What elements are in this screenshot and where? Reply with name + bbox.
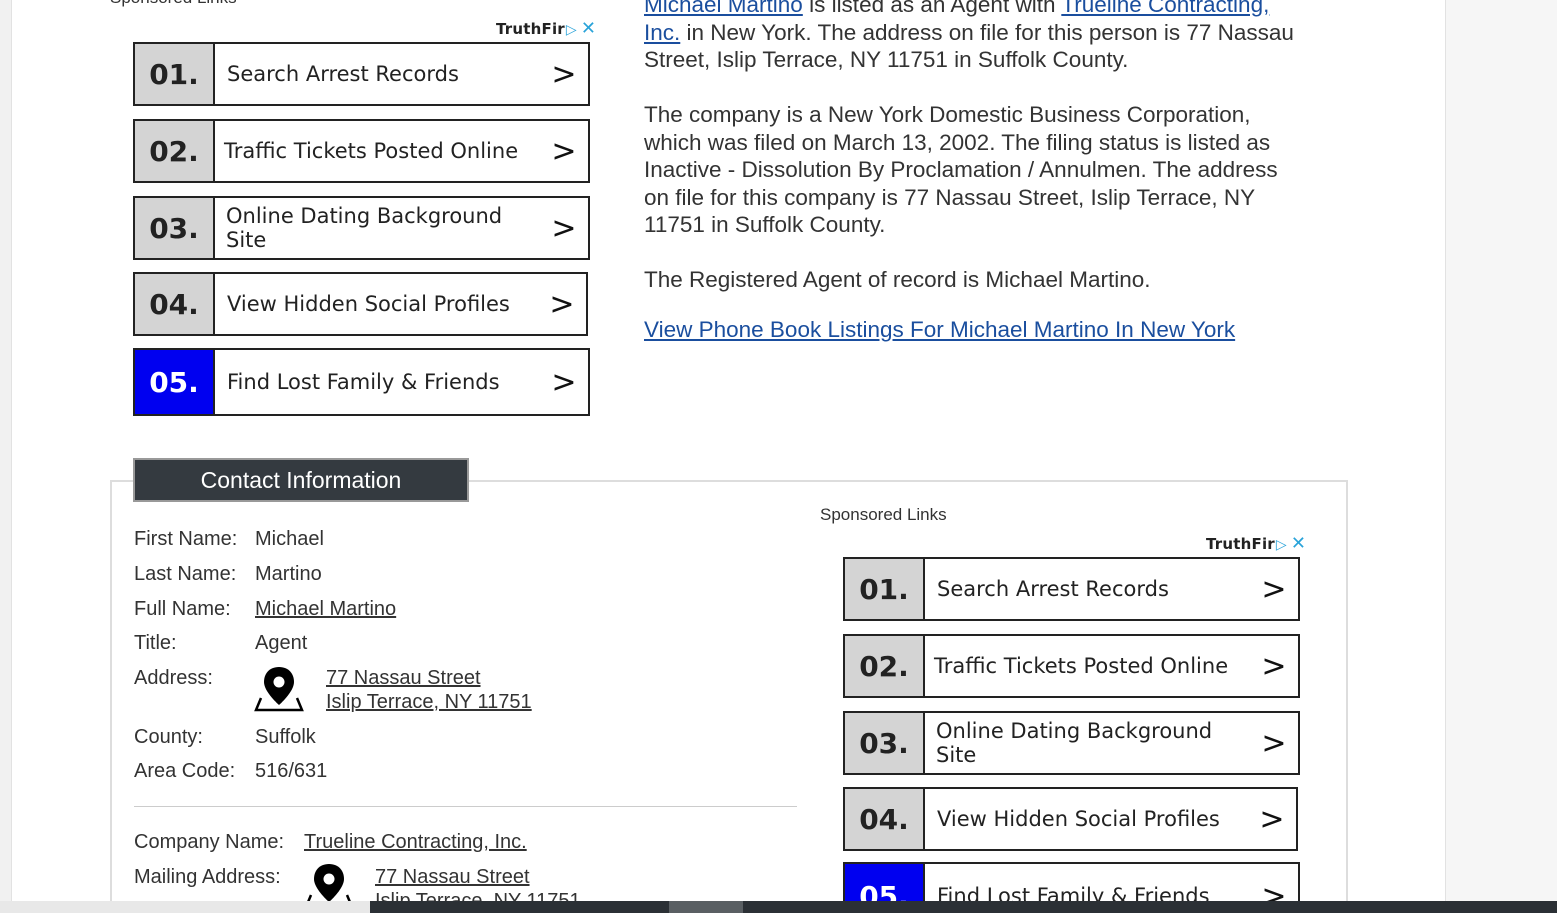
person-link[interactable]: Michael Martino [644,0,803,17]
ad-item-2[interactable]: 02. Traffic Tickets Posted Online > [133,119,590,183]
address-line1-link[interactable]: 77 Nassau Street [326,667,481,690]
ad-item-number: 03. [135,198,215,258]
chevron-right-icon: > [1261,648,1287,684]
company-link-part2[interactable]: Inc. [644,20,680,45]
mailing-address-label: Mailing Address: [134,866,281,888]
company-description-line: which was filed on March 13, 2002. The f… [644,129,1271,155]
area-code-label: Area Code: [134,760,236,782]
ad-item-number: 05. [135,350,215,414]
contact-info-tab: Contact Information [133,458,469,502]
section-divider [134,806,797,807]
company-description-line: The company is a New York Domestic Busin… [644,102,1251,127]
map-pin-icon[interactable] [254,665,304,713]
first-name-value: Michael [255,528,324,550]
ad-item-number: 03. [845,713,925,773]
registered-agent-text: The Registered Agent of record is Michae… [644,267,1151,292]
scrollbar-thumb[interactable] [669,901,743,913]
chevron-right-icon: > [551,56,577,92]
full-name-link[interactable]: Michael Martino [255,598,396,621]
company-description-line: 11751 in Suffolk County. [644,212,886,237]
ad-item-label: Online Dating Background Site [226,204,503,252]
ad-brand[interactable]: TruthFir▷ ✕ [496,18,596,39]
ad-choices-icon[interactable]: ▷ [566,22,577,38]
ad-brand-name: TruthFir [496,20,565,38]
company-description-line: on file for this company is 77 Nassau St… [644,184,1256,210]
ad-item-1[interactable]: 01. Search Arrest Records > [843,557,1300,621]
company-link-part1[interactable]: Trueline Contracting, [1061,0,1269,17]
county-value: Suffolk [255,726,316,748]
ad-item-3[interactable]: 03. Online Dating Background Site > [843,711,1300,775]
last-name-value: Martino [255,563,322,585]
right-gutter [1446,0,1557,913]
mailing-line1-link[interactable]: 77 Nassau Street [375,866,530,889]
chevron-right-icon: > [551,364,577,400]
ad-item-number: 02. [845,636,925,696]
description-text: is listed as an Agent with [802,0,1062,17]
chevron-right-icon: > [551,210,577,246]
bottom-strip [0,901,370,913]
address-line2-link[interactable]: Islip Terrace, NY 11751 [326,691,532,714]
address-label: Address: [134,667,213,689]
ad-item-label: Find Lost Family & Friends [227,370,500,394]
ad-item-number: 01. [135,44,215,104]
bottom-scrollbar[interactable] [370,901,1557,913]
description-text: Street, Islip Terrace, NY 11751 in Suffo… [644,47,1129,72]
ad-item-4[interactable]: 04. View Hidden Social Profiles > [843,787,1298,851]
ad-item-label: View Hidden Social Profiles [227,292,510,316]
sponsored-label: Sponsored Links [110,0,237,8]
company-description-line: Inactive - Dissolution By Proclamation /… [644,157,1278,182]
ad-item-number: 04. [135,274,215,334]
chevron-right-icon: > [1261,725,1287,761]
ad-item-label: Online Dating Background Site [936,719,1213,767]
title-value: Agent [255,632,308,654]
ad-choices-icon[interactable]: ▷ [1276,537,1287,553]
ad-item-4[interactable]: 04. View Hidden Social Profiles > [133,272,588,336]
ad-item-number: 02. [135,121,215,181]
first-name-label: First Name: [134,528,238,550]
agent-description: Michael Martino is listed as an Agent wi… [644,0,1344,74]
ad-item-label: Search Arrest Records [937,577,1169,601]
county-label: County: [134,726,203,748]
ad-item-label: Traffic Tickets Posted Online [224,139,519,163]
chevron-right-icon: > [1261,571,1287,607]
full-name-label: Full Name: [134,598,231,620]
phone-book-link[interactable]: View Phone Book Listings For Michael Mar… [644,317,1235,342]
company-name-label: Company Name: [134,831,285,853]
ad-item-5[interactable]: 05. Find Lost Family & Friends > [133,348,590,416]
ad-item-label: Traffic Tickets Posted Online [934,654,1229,678]
title-label: Title: [134,632,177,654]
area-code-value: 516/631 [255,760,328,782]
close-icon[interactable]: ✕ [581,18,596,39]
company-name-link[interactable]: Trueline Contracting, Inc. [304,831,527,854]
description-text: in New York. The address on file for thi… [680,19,1294,45]
chevron-right-icon: > [551,133,577,169]
ad-item-label: View Hidden Social Profiles [937,807,1220,831]
ad-item-label: Search Arrest Records [227,62,459,86]
ad-item-number: 01. [845,559,925,619]
chevron-right-icon: > [549,286,575,322]
chevron-right-icon: > [1259,801,1285,837]
ad-item-number: 04. [845,789,925,849]
ad-item-2[interactable]: 02. Traffic Tickets Posted Online > [843,634,1300,698]
close-icon[interactable]: ✕ [1291,533,1306,554]
company-description: The company is a New York Domestic Busin… [644,101,1344,239]
sponsored-label: Sponsored Links [820,505,947,524]
ad-item-1[interactable]: 01. Search Arrest Records > [133,42,590,106]
ad-brand[interactable]: TruthFir▷ ✕ [1206,533,1306,554]
last-name-label: Last Name: [134,563,237,585]
ad-brand-name: TruthFir [1206,535,1275,553]
ad-item-3[interactable]: 03. Online Dating Background Site > [133,196,590,260]
